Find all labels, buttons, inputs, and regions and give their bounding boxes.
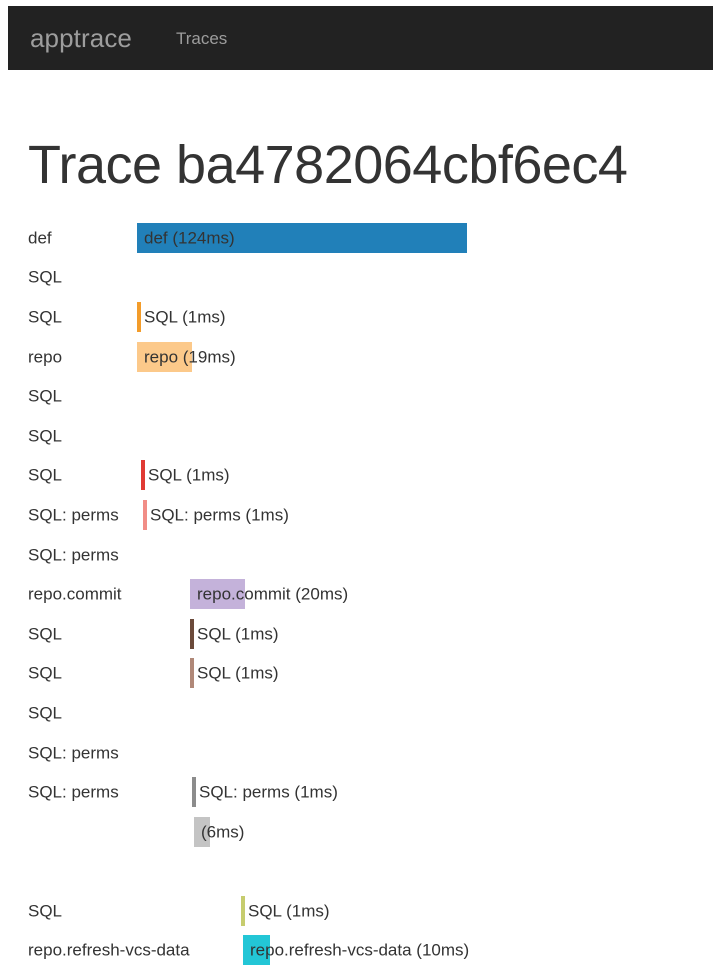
trace-row[interactable]: SQL SQL (1ms) — [0, 614, 713, 654]
trace-span-bar[interactable] — [141, 460, 145, 491]
trace-span[interactable]: SQL (1ms) — [137, 301, 226, 332]
trace-row[interactable]: SQL — [0, 376, 713, 416]
trace-row-label: SQL — [28, 307, 63, 327]
nav-link-traces[interactable]: Traces — [176, 30, 227, 47]
trace-row-label: SQL: perms — [28, 743, 119, 763]
trace-row[interactable]: SQL — [0, 416, 713, 456]
trace-row-label: SQL: perms — [28, 505, 119, 525]
trace-row[interactable]: repo.refresh-vcs-data repo.refresh-vcs-da… — [0, 931, 713, 970]
trace-row[interactable] — [0, 852, 713, 892]
trace-span-bar[interactable] — [190, 618, 194, 649]
trace-row-label: repo.refresh-vcs-data — [28, 940, 190, 960]
trace-row-label: SQL: perms — [28, 545, 119, 565]
trace-span-bar[interactable] — [190, 658, 194, 689]
trace-span[interactable]: SQL: perms (1ms) — [143, 499, 289, 530]
trace-span[interactable]: repo.commit (20ms) — [190, 579, 348, 610]
trace-row[interactable]: repo.commit repo.commit (20ms) — [0, 574, 713, 614]
trace-span[interactable]: repo.refresh-vcs-data (10ms) — [243, 935, 469, 966]
trace-row[interactable]: SQL: perms — [0, 535, 713, 575]
trace-span-label: SQL (1ms) — [197, 624, 279, 644]
trace-row-label: SQL — [28, 901, 63, 921]
trace-span-bar[interactable] — [137, 301, 141, 332]
trace-row[interactable]: SQL: perms — [0, 733, 713, 773]
page-title: Trace ba4782064cbf6ec4 — [28, 135, 628, 196]
trace-span-label: (6ms) — [201, 822, 245, 842]
trace-span-label: SQL (1ms) — [144, 307, 226, 327]
trace-span[interactable]: SQL (1ms) — [190, 658, 279, 689]
trace-span-label: repo.commit (20ms) — [197, 584, 349, 604]
trace-span-bar[interactable] — [241, 895, 245, 926]
trace-row[interactable]: (6ms) — [0, 812, 713, 852]
trace-span[interactable]: def (124ms) — [137, 222, 467, 253]
trace-row[interactable]: repo repo (19ms) — [0, 337, 713, 377]
trace-row-label: SQL — [28, 624, 63, 644]
trace-row[interactable]: SQL SQL (1ms) — [0, 297, 713, 337]
trace-row-label: SQL — [28, 663, 63, 683]
trace-row[interactable]: SQL — [0, 693, 713, 733]
trace-row[interactable]: def def (124ms) — [0, 218, 713, 258]
trace-row-label: SQL — [28, 465, 63, 485]
trace-span-bar[interactable] — [192, 777, 196, 808]
trace-span[interactable]: SQL: perms (1ms) — [192, 777, 338, 808]
trace-row-label: SQL — [28, 267, 63, 287]
trace-span-label: SQL: perms (1ms) — [199, 782, 338, 802]
trace-waterfall: def def (124ms) SQL SQL SQL (1ms) repo repo (1… — [0, 218, 713, 970]
trace-span-label: repo.refresh-vcs-data (10ms) — [250, 940, 470, 960]
trace-span[interactable]: SQL (1ms) — [241, 895, 330, 926]
trace-span-label: SQL (1ms) — [248, 901, 330, 921]
trace-row[interactable]: SQL SQL (1ms) — [0, 654, 713, 694]
trace-row-label: repo — [28, 347, 63, 367]
navbar: apptrace Traces — [8, 6, 713, 70]
trace-span-label: repo (19ms) — [144, 347, 236, 367]
trace-span-label: SQL: perms (1ms) — [150, 505, 289, 525]
trace-row-label: repo.commit — [28, 584, 122, 604]
trace-row-label: def — [28, 228, 52, 248]
trace-row-label: SQL: perms — [28, 782, 119, 802]
trace-row[interactable]: SQL: perms SQL: perms (1ms) — [0, 772, 713, 812]
trace-span-bar[interactable] — [143, 499, 147, 530]
trace-row[interactable]: SQL SQL (1ms) — [0, 456, 713, 496]
trace-span[interactable]: SQL (1ms) — [141, 460, 230, 491]
trace-row-label: SQL — [28, 426, 63, 446]
trace-row-label: SQL — [28, 386, 63, 406]
trace-row[interactable]: SQL: perms SQL: perms (1ms) — [0, 495, 713, 535]
trace-span-label: def (124ms) — [144, 228, 235, 248]
trace-span-label: SQL (1ms) — [197, 663, 279, 683]
trace-span-label: SQL (1ms) — [148, 465, 230, 485]
trace-span[interactable]: (6ms) — [194, 816, 244, 847]
trace-row-label: SQL — [28, 703, 63, 723]
brand-logo[interactable]: apptrace — [30, 25, 132, 51]
trace-row[interactable]: SQL — [0, 258, 713, 298]
trace-span[interactable]: repo (19ms) — [137, 341, 236, 372]
trace-row[interactable]: SQL SQL (1ms) — [0, 891, 713, 931]
trace-span[interactable]: SQL (1ms) — [190, 618, 279, 649]
